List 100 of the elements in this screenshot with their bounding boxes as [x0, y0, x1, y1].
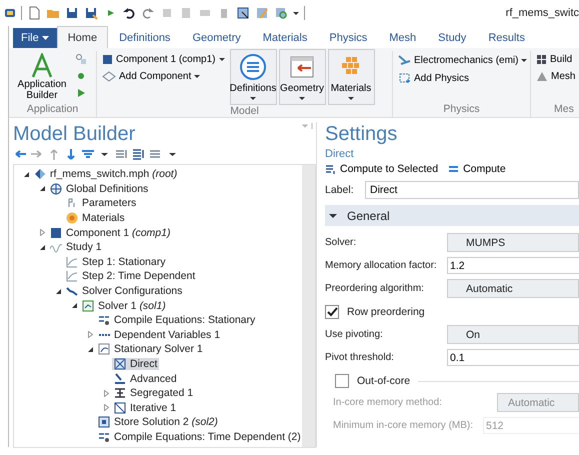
- cube-icon: [102, 54, 113, 65]
- undo-icon[interactable]: [122, 6, 136, 20]
- physics-dropdown[interactable]: Electromechanics (emi): [396, 53, 530, 67]
- dot-icon[interactable]: [75, 70, 87, 82]
- tree-item[interactable]: Segregated 1: [112, 387, 196, 400]
- pen-icon[interactable]: [255, 6, 269, 20]
- ribbon-dropdown-button[interactable]: Materials: [328, 49, 374, 105]
- expanded-arrow-icon[interactable]: [70, 302, 78, 310]
- letter-a-icon: [31, 53, 53, 79]
- list-icon[interactable]: [149, 148, 163, 161]
- caret-icon: [42, 35, 49, 41]
- text-field[interactable]: 1.2: [447, 257, 579, 274]
- tree-item[interactable]: Study 1: [48, 241, 104, 254]
- ribbon-tab[interactable]: Home: [56, 26, 108, 48]
- save-as-icon[interactable]: [84, 6, 98, 20]
- triangle-icon: [536, 71, 548, 82]
- select-icon[interactable]: [236, 6, 250, 20]
- build-mesh-button[interactable]: Build: [534, 53, 578, 66]
- mesh-button[interactable]: Mesh: [534, 70, 578, 83]
- tree-item[interactable]: Direct: [112, 358, 160, 370]
- check-icon: [326, 306, 338, 318]
- model-icon: [34, 168, 46, 180]
- checkbox-label: Out-of-core: [357, 375, 410, 387]
- expanded-arrow-icon[interactable]: [38, 244, 46, 251]
- new-file-icon[interactable]: [27, 6, 41, 20]
- zoom-icon[interactable]: [274, 6, 288, 20]
- text-field: 512: [483, 417, 579, 434]
- ribbon-tab[interactable]: Results: [477, 26, 536, 48]
- panel-subtitle: Direct: [325, 148, 355, 160]
- compile-icon: [98, 430, 110, 443]
- section-header[interactable]: General: [325, 205, 579, 226]
- cube-icon: [50, 226, 62, 239]
- toolbar-button[interactable]: Compute: [448, 163, 506, 175]
- checkbox[interactable]: [335, 374, 349, 388]
- tree-item[interactable]: Step 1: Stationary: [64, 256, 168, 268]
- tree-item[interactable]: Parameters: [64, 197, 138, 210]
- ribbon-tab[interactable]: Definitions: [108, 26, 182, 48]
- file-menu-button[interactable]: File: [13, 28, 57, 48]
- ribbon-tab[interactable]: Geometry: [181, 26, 252, 48]
- add-component-button[interactable]: Add Component: [100, 70, 228, 83]
- tree-item[interactable]: Dependent Variables 1: [96, 328, 222, 341]
- field-label: In-core memory method:: [333, 397, 443, 408]
- tree-item[interactable]: Step 2: Time Dependent: [64, 270, 198, 282]
- material-icon: [66, 212, 78, 224]
- add-physics-icon: [398, 72, 411, 84]
- tree-item[interactable]: Stationary Solver 1: [96, 343, 205, 356]
- tree-item[interactable]: Store Solution 2 (sol2): [96, 416, 220, 428]
- play-icon[interactable]: [75, 87, 87, 99]
- checkbox[interactable]: [325, 304, 339, 318]
- ribbon-dropdown-button[interactable]: Geometry: [278, 49, 326, 105]
- segregated-icon: [114, 387, 126, 400]
- ribbon-dropdown-button[interactable]: Definitions: [230, 49, 276, 105]
- expanded-arrow-icon[interactable]: [86, 346, 94, 353]
- tree-item[interactable]: Component 1 (comp1): [48, 226, 172, 239]
- collapsed-arrow-icon[interactable]: [102, 404, 110, 412]
- collapsed-arrow-icon[interactable]: [38, 229, 46, 236]
- collapse-icon[interactable]: [115, 148, 129, 161]
- label-field[interactable]: Direct: [365, 181, 579, 199]
- tree-item[interactable]: Compile Equations: Time Dependent (2): [96, 430, 303, 443]
- ribbon-tab[interactable]: Physics: [318, 26, 378, 48]
- expanded-arrow-icon[interactable]: [22, 170, 30, 178]
- tree-item[interactable]: rf_mems_switch.mph (root): [32, 168, 180, 180]
- tree-item[interactable]: Solver Configurations: [64, 285, 184, 298]
- group-label: Application: [26, 103, 80, 117]
- tree-item[interactable]: Solver 1 (sol1): [80, 300, 168, 312]
- add-physics-button[interactable]: Add Physics: [396, 71, 530, 85]
- expand-icon[interactable]: [132, 148, 146, 161]
- solver-sequence-icon: [82, 300, 94, 312]
- redo-icon[interactable]: [141, 6, 155, 20]
- text-field[interactable]: 0.1: [447, 349, 579, 366]
- tree-item[interactable]: Global Definitions: [48, 182, 150, 195]
- collapsed-arrow-icon[interactable]: [86, 331, 94, 338]
- scrollbar[interactable]: [302, 165, 315, 447]
- toolbar-button[interactable]: Compute to Selected: [325, 163, 438, 175]
- menu-icon: [239, 52, 267, 80]
- dropdown[interactable]: MUMPS: [447, 233, 579, 252]
- iterative-icon: [114, 402, 126, 414]
- field-label: Pivot threshold:: [325, 352, 395, 363]
- save-icon[interactable]: [65, 6, 79, 20]
- ribbon-tab[interactable]: Study: [427, 26, 478, 48]
- diamond-icon: [102, 71, 116, 82]
- ribbon-tab[interactable]: Mesh: [378, 26, 428, 48]
- grid-icon: [536, 54, 547, 65]
- caret-icon: [250, 96, 256, 102]
- dropdown[interactable]: Automatic: [447, 279, 579, 298]
- application-builder-button[interactable]: Application Builder: [12, 51, 72, 103]
- ribbon-tab[interactable]: Materials: [252, 26, 318, 48]
- expanded-arrow-icon[interactable]: [38, 185, 46, 192]
- tree-item[interactable]: Iterative 1: [112, 402, 178, 414]
- step-icon: [66, 270, 78, 282]
- compile-icon: [98, 314, 110, 326]
- tree-item[interactable]: Materials: [64, 212, 127, 224]
- tree-item[interactable]: Compile Equations: Stationary: [96, 314, 258, 326]
- group-label: Physics: [442, 103, 481, 117]
- collapsed-arrow-icon[interactable]: [102, 390, 110, 397]
- component-dropdown[interactable]: Component 1 (comp1): [100, 53, 228, 66]
- dropdown[interactable]: On: [447, 325, 579, 344]
- filter-icon[interactable]: [81, 148, 95, 161]
- tree-item[interactable]: Advanced: [112, 372, 179, 385]
- expanded-arrow-icon[interactable]: [54, 288, 62, 295]
